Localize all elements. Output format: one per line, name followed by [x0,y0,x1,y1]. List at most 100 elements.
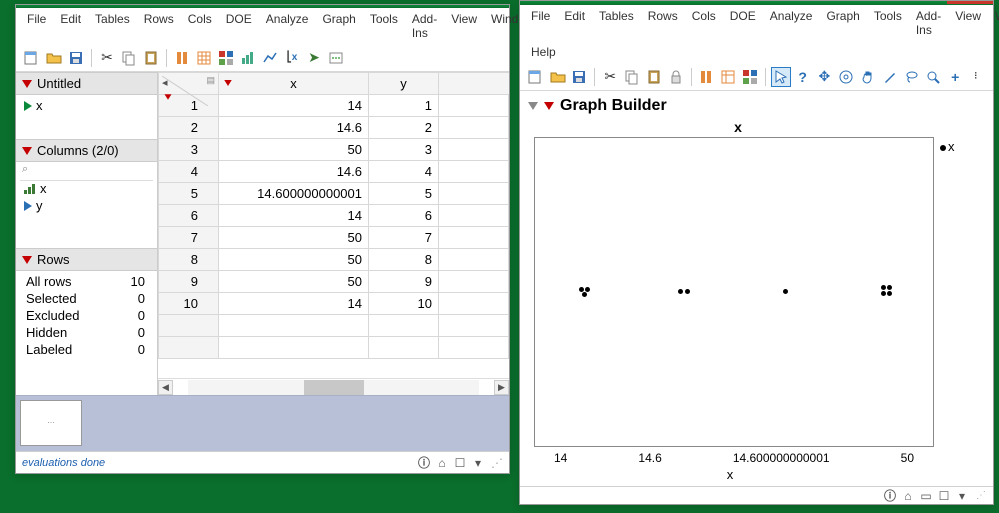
copy-icon[interactable] [622,67,642,87]
info-icon[interactable]: ⓘ [417,454,431,471]
menu-item[interactable]: Cols [685,5,723,41]
rows-labeled[interactable]: Labeled0 [20,341,153,358]
menu-item[interactable]: Graph [819,5,866,41]
table-row[interactable]: 7507 [159,227,509,249]
new-table-icon[interactable] [526,67,546,87]
disclosure-icon[interactable] [224,80,232,86]
table-script-item[interactable]: x [20,97,153,114]
menu-item[interactable]: Edit [557,5,592,41]
menu-item[interactable]: Analyze [763,5,820,41]
disclosure-icon[interactable] [22,80,32,88]
scroll-right-icon[interactable]: ▶ [494,380,509,395]
maximize-button[interactable] [901,1,947,4]
column-info-icon[interactable] [172,48,192,68]
resize-grip[interactable]: ⋰ [973,490,987,501]
brush-tool-icon[interactable] [880,67,900,87]
table-row[interactable]: 414.64 [159,161,509,183]
menu-item[interactable]: DOE [219,8,259,44]
arrow-tool-icon[interactable] [771,67,791,87]
cell-x[interactable]: 14.600000000001 [219,183,369,205]
save-icon[interactable] [66,48,86,68]
menu-item[interactable]: Analyze [259,8,316,44]
cell-y[interactable]: 10 [369,293,439,315]
cell-y[interactable]: 3 [369,139,439,161]
row-number[interactable]: 4 [159,161,219,183]
menu-item[interactable]: Rows [137,8,181,44]
data-point[interactable] [585,287,590,292]
data-point[interactable] [678,289,683,294]
cell-x[interactable]: 14 [219,205,369,227]
data-grid[interactable]: ◂ ▤ x y 1141214.623503414.64514.60000000… [158,72,509,359]
row-number[interactable]: 6 [159,205,219,227]
copy-icon[interactable] [119,48,139,68]
lasso-tool-icon[interactable] [902,67,922,87]
data-point[interactable] [887,285,892,290]
table-row[interactable]: 8508 [159,249,509,271]
cell-y[interactable]: 6 [369,205,439,227]
menu-item[interactable]: View [948,5,988,41]
disclosure-icon[interactable] [22,147,32,155]
paste-icon[interactable] [644,67,664,87]
data-point[interactable] [887,291,892,296]
table-row[interactable]: 101410 [159,293,509,315]
layout-icon[interactable]: ▭ [919,489,933,503]
cell-y[interactable]: 8 [369,249,439,271]
disclosure-icon[interactable] [528,102,538,110]
lock-icon[interactable] [666,67,686,87]
cell-x[interactable]: 50 [219,139,369,161]
cell-x[interactable]: 14 [219,95,369,117]
hotspot-icon[interactable] [544,102,554,110]
help-tool-icon[interactable]: ? [793,67,813,87]
new-table-icon[interactable] [22,48,42,68]
cell-y[interactable]: 2 [369,117,439,139]
cell-y[interactable]: 7 [369,227,439,249]
rows-panel-header[interactable]: Rows [16,248,157,271]
menu-item[interactable]: Add-Ins [405,8,444,44]
graph-builder-icon[interactable] [260,48,280,68]
menu-item[interactable]: Tables [592,5,641,41]
cell-x[interactable]: 50 [219,227,369,249]
cell-y[interactable]: 4 [369,161,439,183]
row-number[interactable]: 8 [159,249,219,271]
arrange-icon[interactable] [740,67,760,87]
grid-corner[interactable]: ◂ ▤ [159,73,219,95]
menu-item[interactable]: Tables [88,8,137,44]
plot-frame[interactable] [534,137,934,447]
grid-scroll[interactable]: ◂ ▤ x y 1141214.623503414.64514.60000000… [158,72,509,378]
menu-item[interactable]: File [20,8,53,44]
table-row[interactable]: 9509 [159,271,509,293]
scroller-tool-icon[interactable] [836,67,856,87]
fit-y-icon[interactable]: ⎣x [282,48,302,68]
table-icon[interactable] [194,48,214,68]
minimize-button[interactable] [855,1,901,4]
cell-y[interactable]: 9 [369,271,439,293]
rows-selected[interactable]: Selected0 [20,290,153,307]
row-number[interactable]: 5 [159,183,219,205]
menu-item[interactable]: Window [988,5,999,41]
menu-item[interactable]: Cols [181,8,219,44]
paste-icon[interactable] [141,48,161,68]
horizontal-scrollbar[interactable]: ◀ ▶ [158,378,509,395]
excluded-rows-icon[interactable]: ➤ [304,48,324,68]
legend[interactable]: x [940,137,955,447]
arrange-icon[interactable] [216,48,236,68]
columns-panel-header[interactable]: Columns (2/0) [16,139,157,162]
data-point[interactable] [582,292,587,297]
cut-icon[interactable]: ✂ [600,67,620,87]
row-number[interactable]: 3 [159,139,219,161]
menu-arrow-icon[interactable]: ▾ [471,456,485,470]
rows-all[interactable]: All rows10 [20,273,153,290]
table-row[interactable]: 6146 [159,205,509,227]
row-number[interactable]: 2 [159,117,219,139]
menu-arrow-icon[interactable]: ▾ [955,489,969,503]
open-icon[interactable] [44,48,64,68]
cell-x[interactable]: 14.6 [219,117,369,139]
home-icon[interactable]: ⌂ [435,456,449,470]
close-button[interactable] [947,1,993,4]
more-tools-icon[interactable]: ⠇ [967,67,987,87]
cell-y[interactable]: 5 [369,183,439,205]
table-row[interactable]: 3503 [159,139,509,161]
data-point[interactable] [881,285,886,290]
row-number[interactable]: 7 [159,227,219,249]
data-point[interactable] [685,289,690,294]
